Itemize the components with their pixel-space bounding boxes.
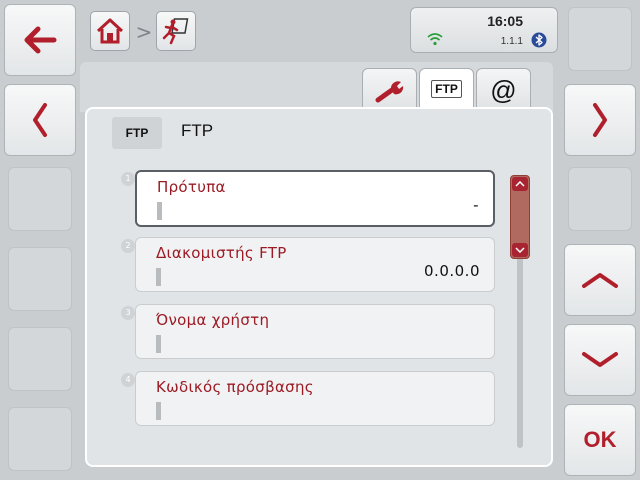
list-item-ftp-server[interactable]: Διακομιστής FTP 0.0.0.0 [135,237,495,292]
tab-email-label: @ [490,75,517,105]
list-item-label: Πρότυπα [157,178,226,196]
scrollbar-up-cap [512,177,528,191]
previous-button[interactable] [4,84,76,156]
home-icon [96,18,124,44]
sidebar-slot-left-5 [8,327,72,391]
scroll-up-button[interactable] [564,244,636,316]
scrollbar-track[interactable] [517,250,523,448]
wifi-icon [427,33,443,46]
page-title: FTP [181,121,214,140]
list-item-label: Διακομιστής FTP [156,244,287,262]
chevron-left-icon [33,103,47,137]
chevron-down-icon [515,247,525,253]
list-item-label: Όνομα χρήστη [156,311,270,329]
list-item-marker [156,335,161,353]
list-item-templates[interactable]: Πρότυπα - [135,170,495,227]
scrollbar-down-cap [512,243,528,257]
sidebar-slot-right-3 [568,167,632,231]
chevron-up-icon [582,273,618,288]
chevron-right-icon [593,103,607,137]
arrow-left-icon [24,26,57,54]
clock-time: 16:05 [487,13,523,29]
tab-ftp-label: FTP [431,80,462,98]
version-label: 1.1.1 [500,36,523,47]
list-item-marker [156,268,161,286]
list-item-value: 0.0.0.0 [424,262,480,280]
sidebar-slot-right-1 [568,7,632,71]
row-number: 2 [121,239,135,253]
breadcrumb-app-button[interactable] [156,11,196,51]
row-number: 1 [121,172,135,186]
bluetooth-icon [531,32,547,48]
sidebar-slot-left-6 [8,407,72,471]
sidebar-slot-left-4 [8,247,72,311]
scrollbar-thumb[interactable] [510,175,530,259]
list-item-value: - [473,196,479,214]
panel-icon: FTP [112,117,162,149]
next-button[interactable] [564,84,636,156]
back-button[interactable] [4,4,76,76]
chevron-down-icon [582,352,618,367]
tab-email[interactable]: @ [476,68,531,112]
ok-button[interactable]: OK [564,404,636,476]
row-number: 3 [121,306,135,320]
wrench-icon [375,80,403,102]
home-button[interactable] [90,11,130,51]
list-item-marker [156,402,161,420]
chevron-up-icon [515,181,525,187]
ok-label: OK [583,427,617,452]
tab-settings[interactable] [362,68,417,112]
list-item-username[interactable]: Όνομα χρήστη [135,304,495,359]
list-item-password[interactable]: Κωδικός πρόσβασης [135,371,495,426]
running-man-exit-icon [162,18,189,45]
sidebar-slot-left-3 [8,167,72,231]
tab-ftp[interactable]: FTP [419,68,474,112]
status-box: 16:05 1.1.1 [410,7,558,53]
list-item-label: Κωδικός πρόσβασης [156,378,314,396]
breadcrumb-separator: > [135,20,153,44]
scroll-down-button[interactable] [564,324,636,396]
row-number: 4 [121,373,135,387]
list-item-marker [157,202,162,220]
